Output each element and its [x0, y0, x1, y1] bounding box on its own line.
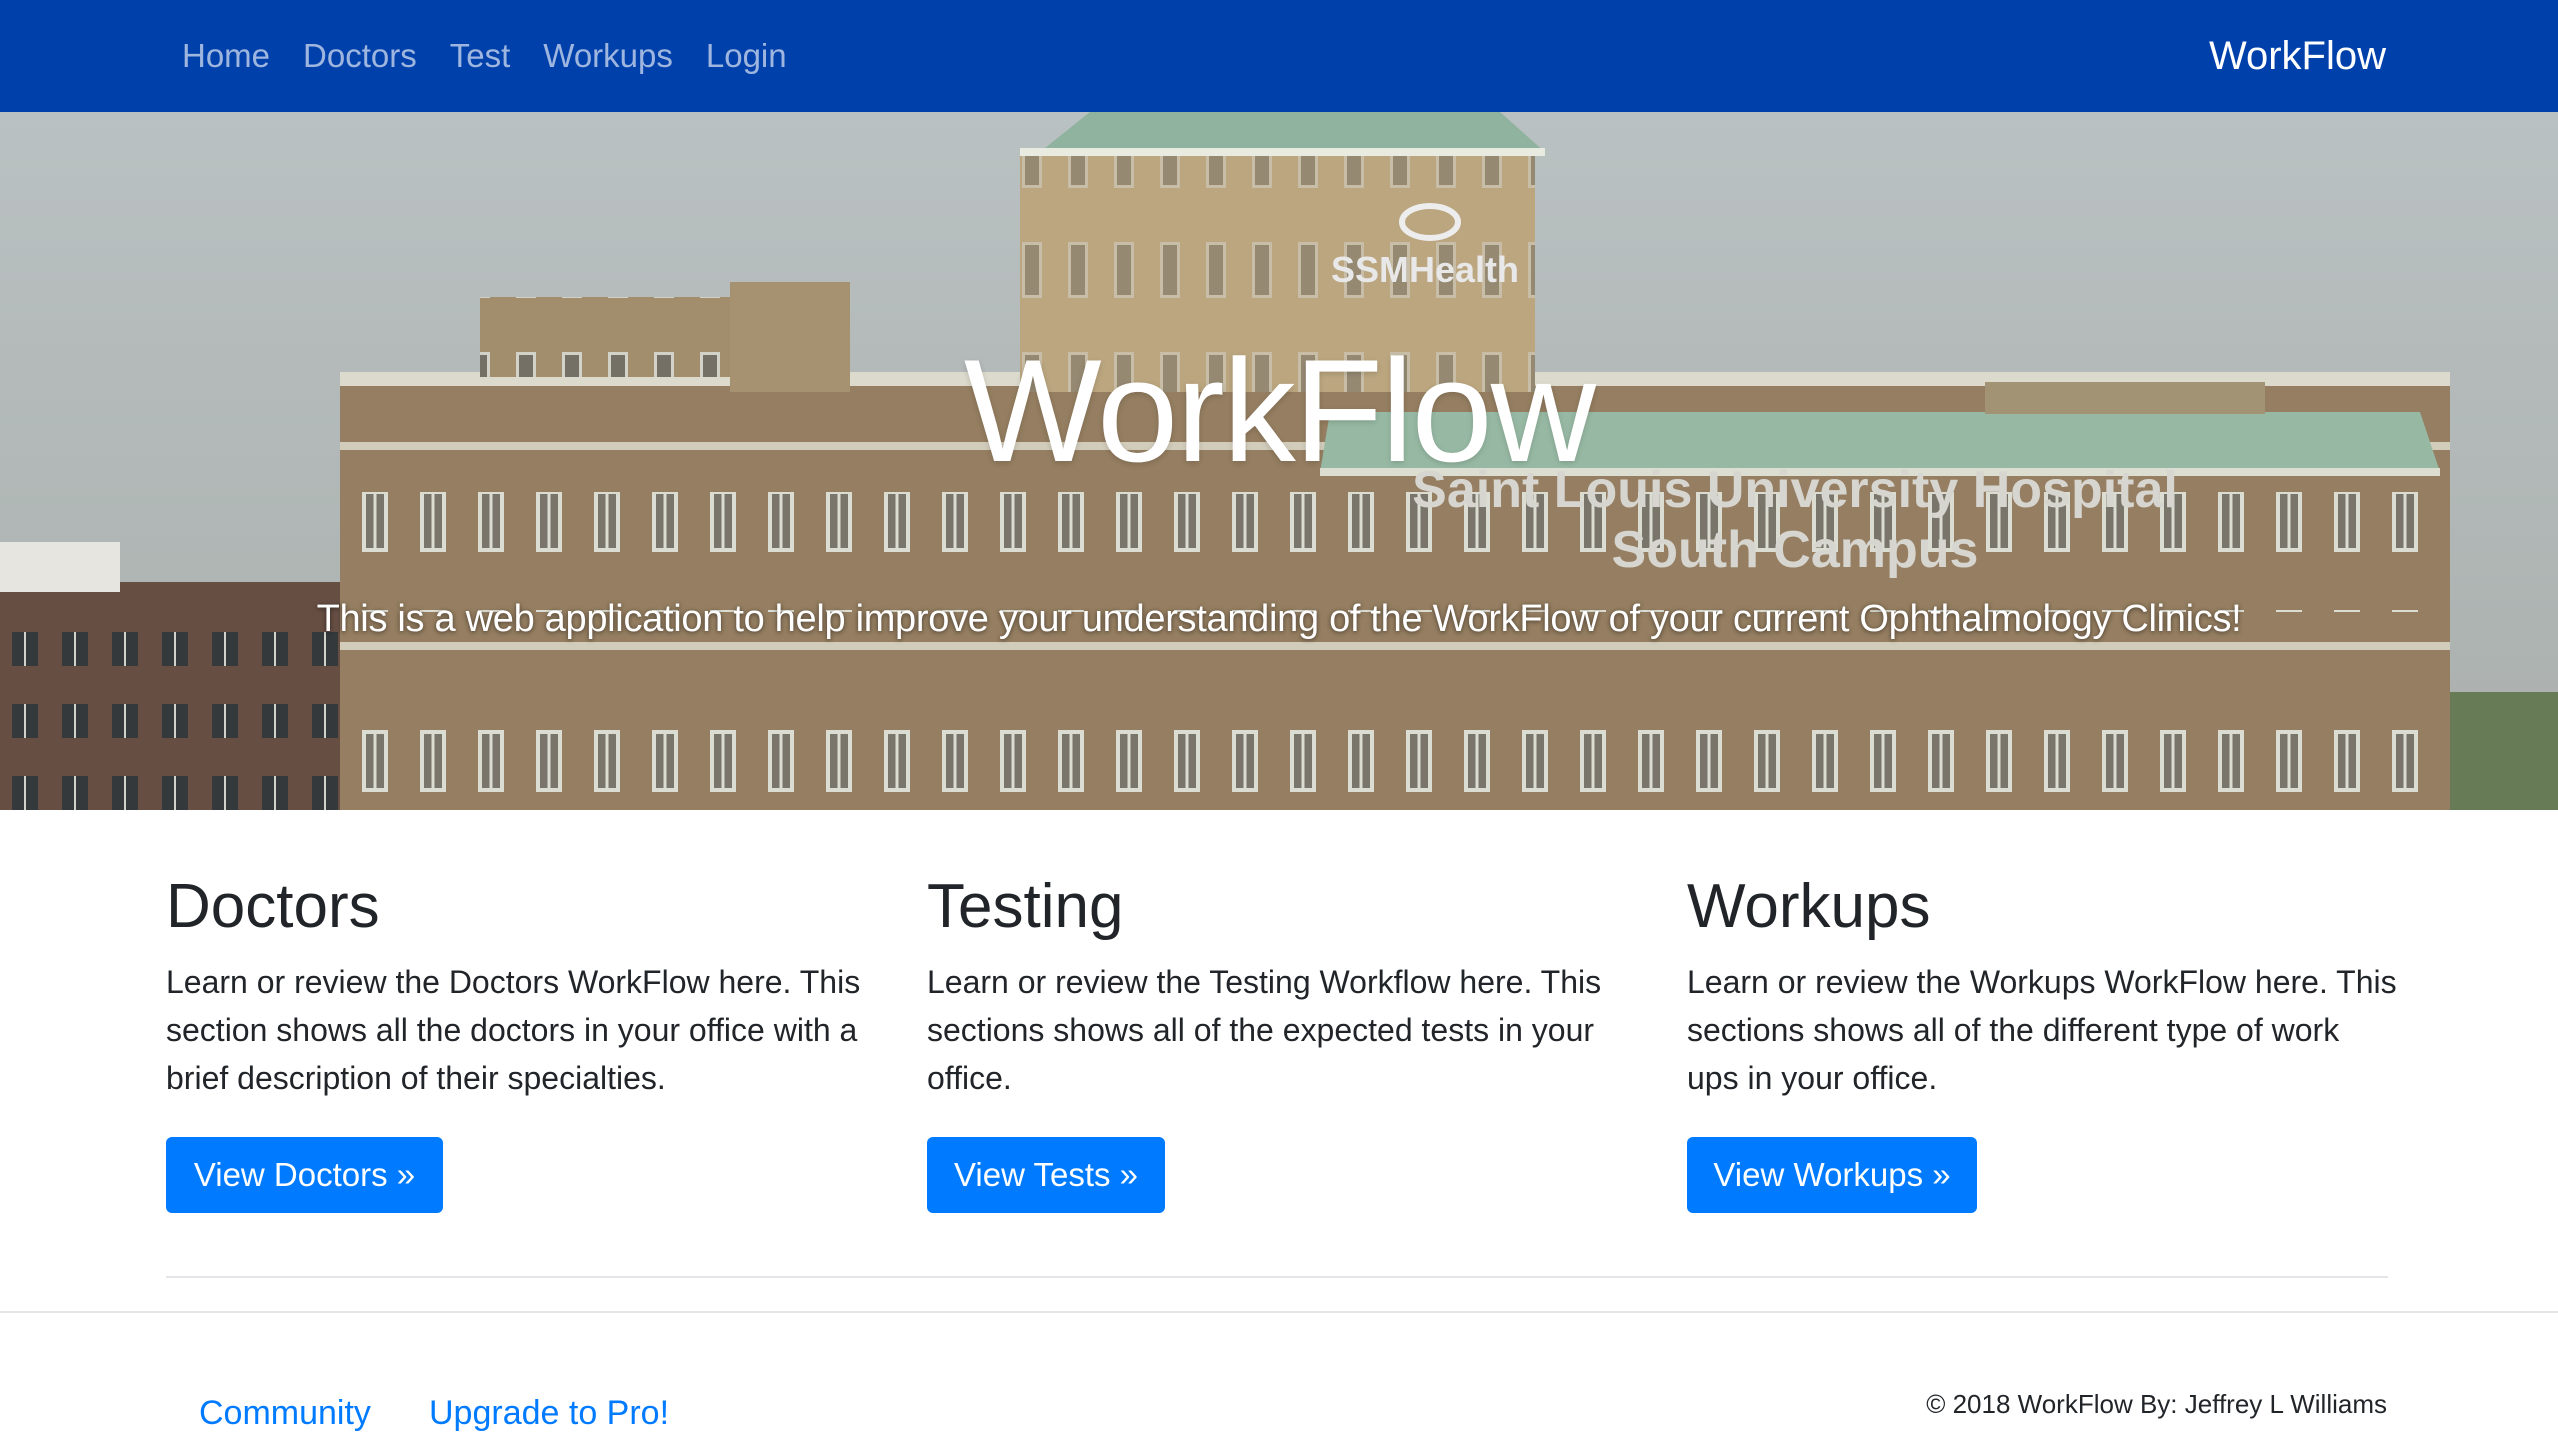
view-doctors-button[interactable]: View Doctors » — [166, 1137, 443, 1213]
nav-link-test[interactable]: Test — [450, 37, 511, 75]
copyright-text: © 2018 WorkFlow By: Jeffrey L Williams — [1926, 1389, 2387, 1419]
content-divider — [166, 1276, 2388, 1278]
testing-section: Testing Learn or review the Testing Work… — [927, 870, 1637, 1102]
workups-description: Learn or review the Workups WorkFlow her… — [1687, 964, 2397, 1097]
workups-section: Workups Learn or review the Workups Work… — [1687, 870, 2397, 1102]
footer-link-community[interactable]: Community — [199, 1394, 371, 1433]
nav-links: Home Doctors Test Workups Login — [182, 0, 820, 112]
nav-link-login[interactable]: Login — [706, 37, 787, 75]
workups-heading: Workups — [1687, 872, 1931, 941]
nav-link-workups[interactable]: Workups — [543, 37, 673, 75]
top-navbar: Home Doctors Test Workups Login WorkFlow — [0, 0, 2558, 112]
hero-banner: SSMHealth Saint Louis University Hospita… — [0, 112, 2558, 810]
testing-heading: Testing — [927, 872, 1124, 941]
view-tests-button[interactable]: View Tests » — [927, 1137, 1165, 1213]
navbar-brand[interactable]: WorkFlow — [2209, 0, 2386, 112]
hero-lead-text: This is a web application to help improv… — [316, 598, 2242, 640]
doctors-section: Doctors Learn or review the Doctors Work… — [166, 870, 876, 1102]
testing-description: Learn or review the Testing Workflow her… — [927, 964, 1602, 1097]
nav-link-home[interactable]: Home — [182, 37, 270, 75]
nav-link-doctors[interactable]: Doctors — [303, 37, 417, 75]
footer-link-upgrade[interactable]: Upgrade to Pro! — [429, 1394, 669, 1433]
doctors-heading: Doctors — [166, 872, 380, 941]
footer-divider — [0, 1311, 2558, 1313]
doctors-description: Learn or review the Doctors WorkFlow her… — [166, 964, 861, 1097]
view-workups-button[interactable]: View Workups » — [1687, 1137, 1977, 1213]
hero-title: WorkFlow — [963, 329, 1596, 492]
